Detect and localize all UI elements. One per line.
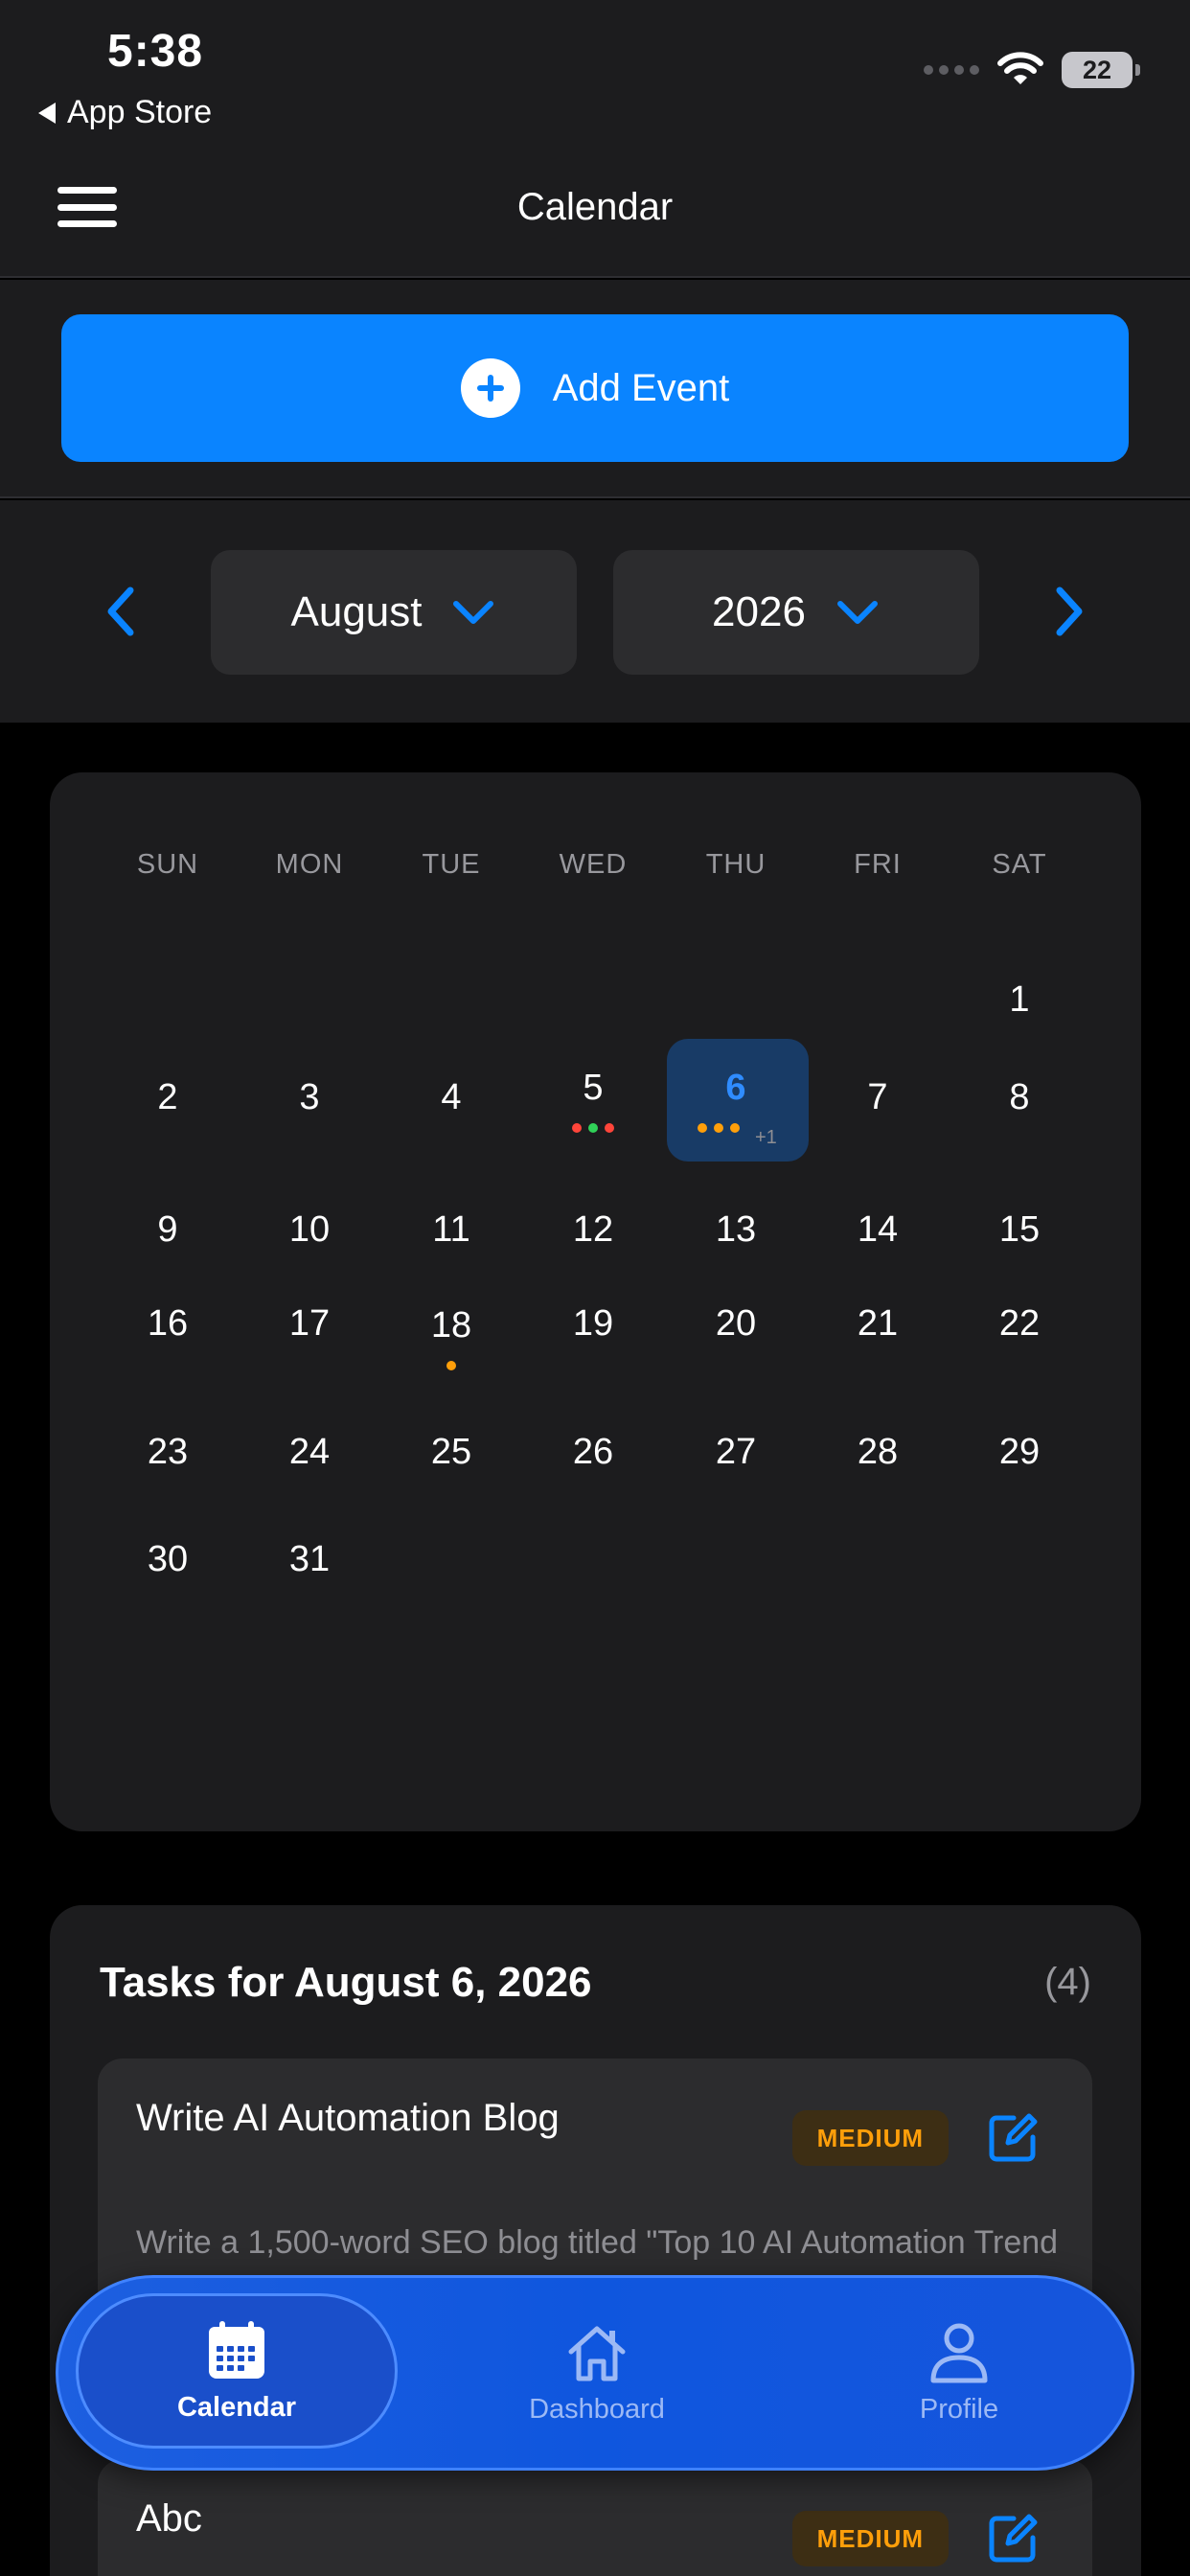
event-dot	[446, 1361, 456, 1370]
calendar-day[interactable]: 4	[380, 1077, 522, 1118]
chevron-down-icon	[836, 601, 878, 624]
event-dots-day-18	[380, 1361, 522, 1370]
back-to-app-store[interactable]: App Store	[38, 94, 212, 131]
calendar-day[interactable]: 30	[97, 1539, 239, 1580]
calendar-day[interactable]: 24	[239, 1432, 380, 1473]
tab-profile[interactable]: Profile	[796, 2278, 1122, 2468]
tab-dashboard[interactable]: Dashboard	[434, 2278, 760, 2468]
calendar-grid: SUN MON TUE WED THU FRI SAT 1 2 3 4 5 6 …	[50, 772, 1141, 1831]
tab-label: Dashboard	[529, 2393, 665, 2425]
event-dot	[572, 1123, 582, 1133]
tab-bar: Calendar Dashboard Profile	[56, 2275, 1134, 2471]
tab-label: Profile	[919, 2393, 999, 2425]
previous-month-button[interactable]	[96, 583, 149, 640]
weekday-label: THU	[705, 849, 767, 880]
chevron-right-icon	[1056, 586, 1083, 636]
month-navigation: August 2026	[0, 500, 1190, 723]
wifi-icon	[997, 52, 1043, 84]
calendar-day[interactable]: 15	[949, 1209, 1090, 1251]
person-icon	[930, 2323, 988, 2382]
calendar-day[interactable]: 8	[949, 1077, 1090, 1118]
calendar-day[interactable]: 3	[239, 1077, 380, 1118]
more-events-count: +1	[755, 1127, 777, 1148]
battery-level: 22	[1082, 55, 1112, 84]
month-value: August	[290, 588, 423, 635]
calendar-day[interactable]: 20	[665, 1303, 807, 1345]
event-dots-day-5	[522, 1123, 664, 1133]
task-title: Abc	[136, 2497, 202, 2540]
calendar-day[interactable]: 1	[949, 979, 1090, 1021]
status-time: 5:38	[107, 26, 204, 77]
event-dot	[605, 1123, 614, 1133]
calendar-day[interactable]: 25	[380, 1432, 522, 1473]
calendar-day[interactable]: 27	[665, 1432, 807, 1473]
task-description: Write a 1,500-word SEO blog titled "Top …	[136, 2224, 1056, 2261]
battery-icon: 22	[1062, 52, 1140, 88]
calendar-day[interactable]: 16	[97, 1303, 239, 1345]
tasks-panel: Tasks for August 6, 2026 (4) Write AI Au…	[50, 1905, 1141, 2576]
calendar-icon	[209, 2320, 264, 2379]
event-dot	[698, 1123, 707, 1133]
edit-icon[interactable]	[985, 2110, 1041, 2166]
weekday-label: WED	[559, 849, 628, 880]
calendar-day-selected[interactable]: 6	[665, 1068, 807, 1109]
calendar-day[interactable]: 26	[522, 1432, 664, 1473]
tab-calendar[interactable]: Calendar	[76, 2293, 398, 2449]
calendar-day[interactable]: 11	[380, 1209, 522, 1251]
month-select[interactable]: August	[211, 550, 577, 675]
calendar-day[interactable]: 9	[97, 1209, 239, 1251]
status-bar: 5:38 App Store 22	[0, 0, 1190, 144]
calendar-day[interactable]: 19	[522, 1303, 664, 1345]
year-value: 2026	[712, 588, 806, 635]
plus-circle-icon	[460, 358, 520, 418]
event-dot	[730, 1123, 740, 1133]
edit-icon[interactable]	[985, 2511, 1041, 2566]
calendar-day[interactable]: 14	[807, 1209, 949, 1251]
calendar-day[interactable]: 28	[807, 1432, 949, 1473]
calendar-day[interactable]: 29	[949, 1432, 1090, 1473]
calendar-day[interactable]: 18	[380, 1305, 522, 1346]
priority-badge: MEDIUM	[791, 2511, 949, 2566]
task-card[interactable]: Abc MEDIUM	[98, 2459, 1092, 2576]
chevron-left-icon	[107, 586, 134, 636]
calendar-day[interactable]: 31	[239, 1539, 380, 1580]
cellular-signal-icon	[924, 65, 979, 75]
calendar-day[interactable]: 5	[522, 1068, 664, 1109]
calendar-day[interactable]: 10	[239, 1209, 380, 1251]
header: Calendar	[0, 144, 1190, 278]
back-label: App Store	[67, 94, 213, 130]
calendar-day[interactable]: 2	[97, 1077, 239, 1118]
calendar-day[interactable]: 21	[807, 1303, 949, 1345]
weekday-label: TUE	[422, 849, 481, 880]
home-icon	[568, 2326, 626, 2380]
weekday-label: FRI	[854, 849, 902, 880]
calendar-day[interactable]: 23	[97, 1432, 239, 1473]
calendar-day[interactable]: 13	[665, 1209, 807, 1251]
tasks-heading: Tasks for August 6, 2026	[100, 1959, 592, 2006]
add-event-section: Add Event	[0, 280, 1190, 498]
event-dot	[588, 1123, 598, 1133]
calendar-day[interactable]: 12	[522, 1209, 664, 1251]
year-select[interactable]: 2026	[613, 550, 979, 675]
calendar-day[interactable]: 7	[807, 1077, 949, 1118]
weekday-label: MON	[275, 849, 344, 880]
tasks-count: (4)	[1044, 1961, 1091, 2003]
status-indicators: 22	[924, 52, 1140, 88]
weekday-label: SUN	[136, 849, 199, 880]
next-month-button[interactable]	[1041, 583, 1094, 640]
weekday-label: SAT	[992, 849, 1047, 880]
task-title: Write AI Automation Blog	[136, 2097, 560, 2139]
add-event-button[interactable]: Add Event	[61, 314, 1129, 462]
priority-badge: MEDIUM	[791, 2110, 949, 2166]
event-dot	[714, 1123, 723, 1133]
add-event-label: Add Event	[552, 366, 730, 409]
calendar-day[interactable]: 17	[239, 1303, 380, 1345]
back-triangle-icon	[38, 102, 56, 124]
page-title: Calendar	[516, 186, 674, 228]
calendar-day[interactable]: 22	[949, 1303, 1090, 1345]
tab-label: Calendar	[176, 2391, 297, 2423]
chevron-down-icon	[453, 601, 494, 624]
